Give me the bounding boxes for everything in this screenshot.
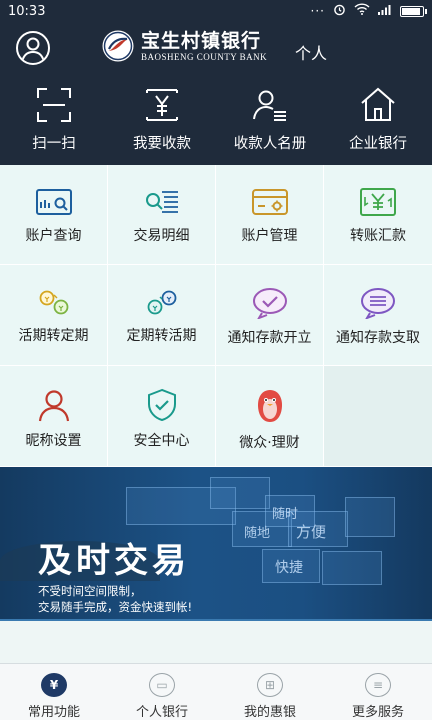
scan-icon bbox=[37, 88, 71, 122]
my-benefits-icon: ⊞ bbox=[257, 673, 283, 697]
func-notice-deposit-open[interactable]: 通知存款开立 bbox=[216, 265, 324, 366]
func-transfer[interactable]: 转账汇款 bbox=[324, 165, 432, 265]
nickname-icon bbox=[38, 390, 69, 422]
account-query-icon bbox=[35, 189, 72, 215]
penguin-icon bbox=[257, 390, 282, 422]
bank-name-en: BAOSHENG COUNTY BANK bbox=[141, 52, 268, 62]
quick-payee-list-label: 收款人名册 bbox=[233, 136, 307, 152]
func-wezhong-finance-label: 微众·理财 bbox=[239, 435, 300, 451]
bank-name-cn: 宝生村镇银行 bbox=[141, 30, 262, 52]
func-account-manage[interactable]: 账户管理 bbox=[216, 165, 324, 265]
tab-personal-bank[interactable]: ▭ 个人银行 bbox=[108, 664, 216, 720]
bottom-tab-bar: ¥ 常用功能 ▭ 个人银行 ⊞ 我的惠银 ≡ 更多服务 bbox=[0, 663, 432, 720]
func-account-manage-label: 账户管理 bbox=[241, 228, 298, 244]
fixed-to-current-icon bbox=[147, 290, 176, 315]
wifi-icon bbox=[354, 3, 370, 19]
tab-my-benefits-label: 我的惠银 bbox=[243, 705, 296, 720]
tab-my-benefits[interactable]: ⊞ 我的惠银 bbox=[216, 664, 324, 720]
signal-icon bbox=[378, 4, 392, 19]
quick-scan-label: 扫一扫 bbox=[32, 136, 76, 152]
promo-banner[interactable]: 随时 随地 方便 快捷 及时交易 不受时间空间限制， 交易随手完成，资金快速到帐… bbox=[0, 467, 432, 621]
func-current-to-fixed[interactable]: 活期转定期 bbox=[0, 265, 108, 366]
banner-subtitle: 不受时间空间限制， 交易随手完成，资金快速到帐! bbox=[38, 583, 192, 615]
banner-tile bbox=[210, 477, 270, 509]
function-grid: 账户查询 交易明细 账户管理 转账汇款 活期转定期 定期转活期 通知存款开立 通… bbox=[0, 165, 432, 467]
banner-tile-word: 随时 bbox=[272, 507, 299, 522]
func-security-center[interactable]: 安全中心 bbox=[108, 366, 216, 467]
status-time: 10:33 bbox=[8, 3, 46, 19]
notice-deposit-open-icon bbox=[252, 288, 287, 319]
avatar-button[interactable] bbox=[16, 31, 50, 65]
tab-common-functions[interactable]: ¥ 常用功能 bbox=[0, 664, 108, 720]
corporate-bank-icon bbox=[361, 87, 395, 121]
tab-common-functions-label: 常用功能 bbox=[27, 705, 80, 720]
func-fixed-to-current[interactable]: 定期转活期 bbox=[108, 265, 216, 366]
transfer-icon bbox=[360, 188, 396, 216]
quick-scan[interactable]: 扫一扫 bbox=[0, 80, 108, 165]
yuan-icon: ¥ bbox=[41, 673, 67, 697]
func-transaction-detail-label: 交易明细 bbox=[133, 228, 190, 244]
shield-icon bbox=[147, 388, 176, 422]
receive-money-icon bbox=[146, 89, 178, 121]
func-fixed-to-current-label: 定期转活期 bbox=[126, 328, 197, 344]
app-header: 宝生村镇银行 BAOSHENG COUNTY BANK 个人 扫一扫 我要收款 … bbox=[0, 22, 432, 165]
tab-more-services-label: 更多服务 bbox=[351, 705, 404, 720]
status-icons: ··· bbox=[310, 3, 427, 20]
personal-label: 个人 bbox=[295, 44, 328, 63]
func-notice-deposit-withdraw-label: 通知存款支取 bbox=[336, 330, 420, 346]
quick-corporate-bank[interactable]: 企业银行 bbox=[324, 80, 432, 165]
func-transfer-label: 转账汇款 bbox=[350, 228, 406, 244]
banner-tile-word: 随地 bbox=[244, 526, 271, 541]
quick-corporate-bank-label: 企业银行 bbox=[349, 136, 407, 152]
alarm-icon bbox=[333, 3, 346, 20]
func-current-to-fixed-label: 活期转定期 bbox=[18, 328, 89, 344]
grid-empty-cell bbox=[324, 366, 432, 467]
func-notice-deposit-open-label: 通知存款开立 bbox=[227, 330, 312, 346]
banner-tile bbox=[322, 551, 382, 585]
content-spacer bbox=[0, 621, 432, 663]
account-manage-icon bbox=[251, 189, 288, 215]
func-wezhong-finance[interactable]: 微众·理财 bbox=[216, 366, 324, 467]
func-account-query[interactable]: 账户查询 bbox=[0, 165, 108, 265]
banner-title: 及时交易 bbox=[38, 541, 190, 581]
quick-payee-list[interactable]: 收款人名册 bbox=[216, 80, 324, 165]
more-services-icon: ≡ bbox=[365, 673, 391, 697]
func-transaction-detail[interactable]: 交易明细 bbox=[108, 165, 216, 265]
banner-subtitle-line2: 交易随手完成，资金快速到帐! bbox=[38, 600, 193, 614]
battery-icon bbox=[400, 5, 427, 17]
transaction-detail-icon bbox=[145, 191, 178, 213]
quick-receive-money-label: 我要收款 bbox=[133, 136, 191, 152]
banner-tile-word: 快捷 bbox=[275, 560, 303, 576]
func-security-center-label: 安全中心 bbox=[133, 433, 190, 449]
bank-logo-icon bbox=[102, 30, 134, 62]
func-nickname[interactable]: 昵称设置 bbox=[0, 366, 108, 467]
personal-bank-icon: ▭ bbox=[149, 673, 175, 697]
bank-brand: 宝生村镇银行 BAOSHENG COUNTY BANK bbox=[101, 29, 267, 63]
status-bar: 10:33 ··· bbox=[0, 0, 432, 22]
quick-receive-money[interactable]: 我要收款 bbox=[108, 80, 216, 165]
func-notice-deposit-withdraw[interactable]: 通知存款支取 bbox=[324, 265, 432, 366]
banner-tile-word: 方便 bbox=[296, 523, 327, 541]
tab-personal-bank-label: 个人银行 bbox=[135, 705, 188, 720]
battery-fill bbox=[402, 7, 421, 15]
current-to-fixed-icon bbox=[39, 290, 68, 315]
banner-tile bbox=[345, 497, 395, 537]
user-avatar-icon bbox=[21, 37, 45, 63]
tab-more-services[interactable]: ≡ 更多服务 bbox=[324, 664, 432, 720]
banner-subtitle-line1: 不受时间空间限制， bbox=[38, 584, 142, 598]
notice-deposit-withdraw-icon bbox=[361, 288, 395, 319]
payee-list-icon bbox=[253, 90, 286, 121]
func-account-query-label: 账户查询 bbox=[25, 228, 82, 244]
notification-dots: ··· bbox=[310, 4, 325, 18]
quick-actions: 扫一扫 我要收款 收款人名册 企业银行 bbox=[0, 80, 432, 165]
func-nickname-label: 昵称设置 bbox=[25, 433, 82, 449]
